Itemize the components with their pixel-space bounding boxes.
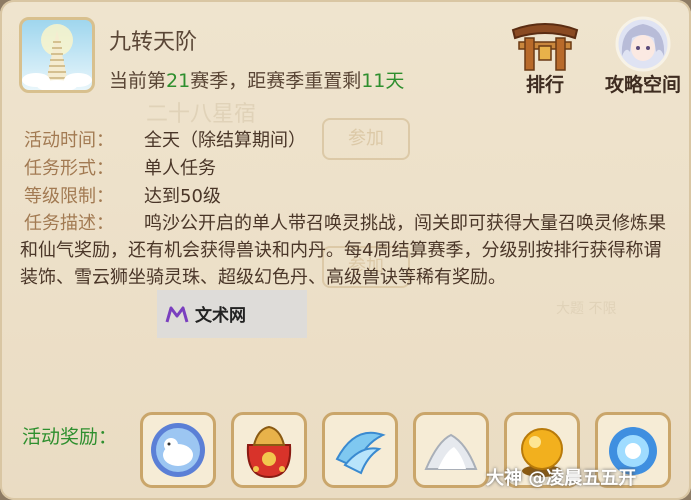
watermark-text: 文术网 [195,306,246,326]
season-number: 21 [166,70,191,92]
activity-title: 九转天阶 [109,30,198,55]
info-value: 单人任务 [144,158,216,179]
info-value: 达到50级 [144,186,221,207]
background-star-name: 二十八星宿 [146,102,257,127]
blue-scale-icon [335,431,386,475]
red-gift-bag-icon [246,425,292,479]
reward-item[interactable] [140,412,216,488]
silver-powder-icon [424,433,478,470]
season-prefix: 当前第 [109,70,167,92]
info-value: 全天（除结算期间） [144,130,306,151]
reward-item[interactable] [231,412,307,488]
info-row-level: 等级限制： 达到50级 [24,182,221,208]
info-key: 任务形式： [24,158,114,179]
celestial-stairs-icon [19,17,95,93]
activity-panel: 二十八星宿 参加 参加 大题 不限 九转天阶 当前第21赛季，距赛季重置剩11天 [0,0,691,500]
background-limit-text: 大题 不限 [556,301,617,317]
guide-space-button[interactable]: 攻略空间 [600,16,686,96]
info-row-form: 任务形式： 单人任务 [24,154,216,180]
reward-item[interactable] [413,412,489,488]
season-mid: 赛季，距赛季重置剩 [190,70,362,92]
footer-watermark: 大神 @凌晨五五开 [486,468,637,489]
info-key: 等级限制： [24,186,114,207]
description-key: 任务描述： [24,213,114,234]
ranking-label: 排行 [525,74,564,96]
season-info: 当前第21赛季，距赛季重置剩11天 [109,66,404,93]
ranking-button[interactable]: 排行 [505,16,585,96]
task-description: 任务描述： 鸣沙公开启的单人带召唤灵挑战，闯关即可获得大量召唤灵修炼果和仙气奖励，… [20,210,670,291]
reward-item[interactable] [322,412,398,488]
snow-lion-orb-icon [151,423,205,477]
watermark-overlay: 文术网 [157,290,307,338]
torii-gate-icon [511,23,579,71]
background-join-button: 参加 [322,118,410,160]
info-row-time: 活动时间： 全天（除结算期间） [24,126,306,152]
avatar [615,16,671,72]
info-key: 活动时间： [24,130,114,151]
rewards-label: 活动奖励： [22,426,118,448]
guide-space-label: 攻略空间 [604,74,681,96]
days-left: 11天 [361,70,405,92]
watermark-logo-icon [165,306,189,323]
